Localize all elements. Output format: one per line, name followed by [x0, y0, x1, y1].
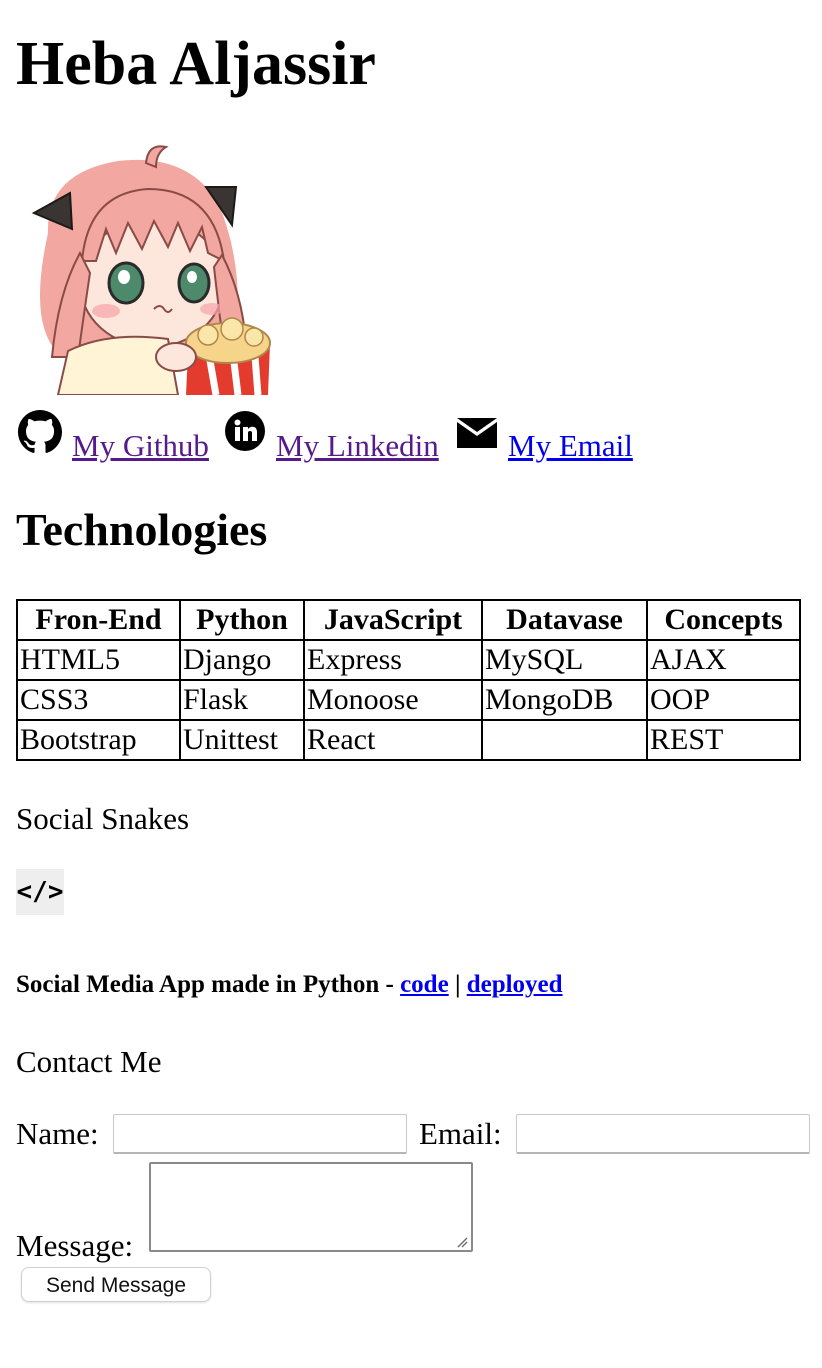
- column-header: Python: [179, 599, 305, 641]
- email-link[interactable]: My Email: [508, 426, 633, 466]
- table-cell: React: [303, 719, 483, 761]
- profile-image: [18, 143, 272, 396]
- technologies-table: Fron-End Python JavaScript Datavase Conc…: [16, 599, 801, 761]
- column-header: JavaScript: [303, 599, 483, 641]
- table-cell: HTML5: [16, 639, 181, 681]
- deployed-link[interactable]: deployed: [467, 971, 563, 998]
- table-cell: AJAX: [646, 639, 801, 681]
- send-message-button[interactable]: Send Message: [21, 1267, 211, 1302]
- message-field[interactable]: [149, 1162, 473, 1252]
- column-header: Concepts: [646, 599, 801, 641]
- table-cell: Flask: [179, 679, 305, 721]
- github-link[interactable]: My Github: [72, 426, 209, 466]
- table-cell: CSS3: [16, 679, 181, 721]
- github-icon: [18, 410, 62, 453]
- email-label: Email:: [419, 1116, 502, 1151]
- table-cell: MongoDB: [481, 679, 648, 721]
- table-header-row: Fron-End Python JavaScript Datavase Conc…: [16, 599, 801, 641]
- table-cell: Unittest: [179, 719, 305, 761]
- project-description-text: Social Media App made in Python -: [16, 971, 401, 998]
- table-cell: Django: [179, 639, 305, 681]
- link-separator: |: [448, 971, 467, 998]
- technologies-heading: Technologies: [16, 504, 268, 555]
- table-row: Bootstrap Unittest React REST: [16, 719, 801, 761]
- resize-handle-icon[interactable]: [456, 1236, 468, 1248]
- table-row: HTML5 Django Express MySQL AJAX: [16, 639, 801, 681]
- name-label: Name:: [16, 1116, 99, 1151]
- table-cell: MySQL: [481, 639, 648, 681]
- table-cell: REST: [646, 719, 801, 761]
- table-cell: Monoose: [303, 679, 483, 721]
- code-link[interactable]: code: [400, 971, 449, 998]
- mail-icon: [457, 418, 497, 448]
- name-field[interactable]: [113, 1114, 407, 1154]
- table-row: CSS3 Flask Monoose MongoDB OOP: [16, 679, 801, 721]
- project-title: Social Snakes: [16, 801, 190, 836]
- table-cell: OOP: [646, 679, 801, 721]
- email-field[interactable]: [516, 1114, 810, 1154]
- linkedin-link[interactable]: My Linkedin: [276, 426, 439, 466]
- table-cell: Bootstrap: [16, 719, 181, 761]
- table-cell: Express: [303, 639, 483, 681]
- column-header: Fron-End: [16, 599, 181, 641]
- code-icon: </>: [16, 869, 64, 915]
- page-title: Heba Aljassir: [16, 30, 376, 98]
- project-description: Social Media App made in Python - code |…: [16, 968, 563, 1002]
- anime-girl-avatar: [31, 145, 271, 396]
- column-header: Datavase: [481, 599, 648, 641]
- social-links: My Github My Linkedin My Email: [16, 410, 816, 470]
- contact-heading: Contact Me: [16, 1044, 162, 1079]
- message-label: Message:: [16, 1228, 134, 1263]
- linkedin-icon: [225, 411, 265, 451]
- table-cell: [481, 719, 648, 761]
